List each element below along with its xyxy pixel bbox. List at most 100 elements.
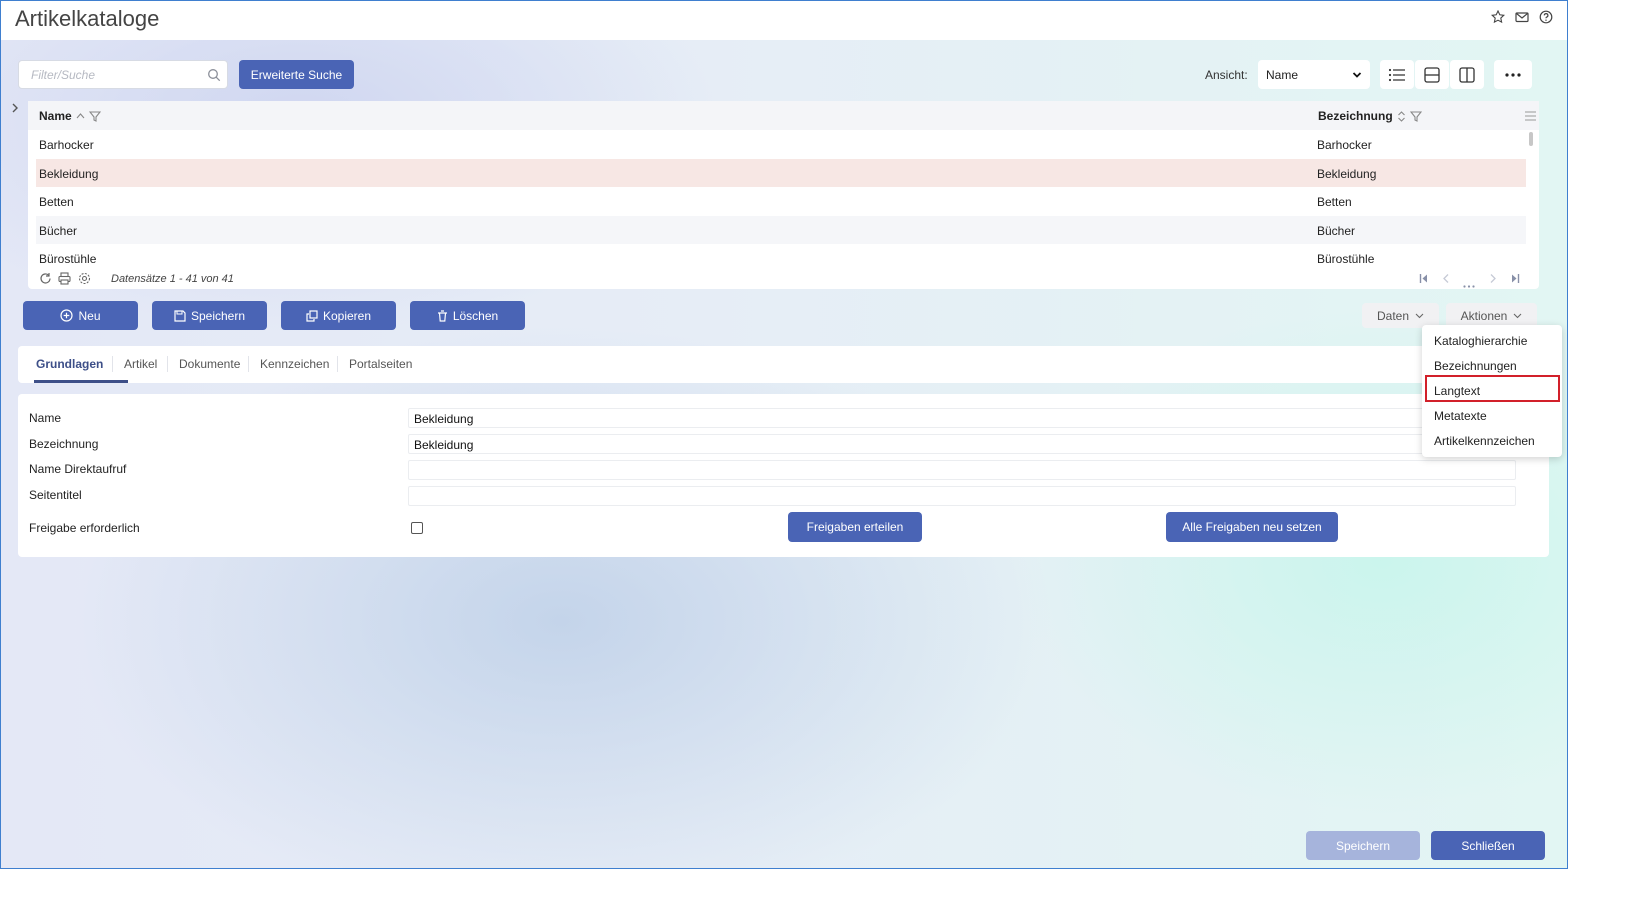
first-page-icon[interactable] [1419, 273, 1429, 287]
delete-button-label: Löschen [452, 308, 499, 323]
copy-button-label: Kopieren [322, 308, 372, 323]
tab-artikel[interactable]: Artikel [124, 357, 157, 371]
bezeichnung-label: Bezeichnung [29, 437, 99, 451]
tab-divider [248, 356, 249, 372]
star-icon[interactable] [1490, 9, 1506, 24]
title-bar: Artikelkataloge [1, 1, 1567, 40]
new-button-label: Neu [78, 308, 101, 323]
horizontal-split-button[interactable] [1415, 60, 1449, 89]
menu-item-metatexte[interactable]: Metatexte [1434, 409, 1487, 423]
next-page-icon[interactable] [1489, 273, 1497, 287]
last-page-icon[interactable] [1510, 273, 1520, 287]
highlight-box [1425, 375, 1560, 402]
record-count: Datensätze 1 - 41 von 41 [111, 273, 234, 285]
sort-asc-icon[interactable] [76, 112, 85, 120]
refresh-icon[interactable] [39, 272, 52, 288]
search-input[interactable] [31, 67, 201, 83]
settings-icon[interactable] [78, 272, 91, 288]
copy-button[interactable]: Kopieren [281, 301, 396, 330]
freigaben-erteilen-button[interactable]: Freigaben erteilen [788, 512, 922, 542]
cell-bezeichnung: Barhocker [1317, 138, 1372, 152]
direktaufruf-field[interactable] [408, 460, 1516, 480]
chevron-down-icon [1513, 313, 1522, 318]
save-button-label: Speichern [190, 308, 246, 323]
footer-save-button[interactable]: Speichern [1306, 831, 1420, 860]
save-button[interactable]: Speichern [152, 301, 267, 330]
actions-menu-label: Aktionen [1460, 308, 1508, 323]
cell-bezeichnung: Bürostühle [1317, 252, 1375, 266]
column-header-bezeichnung[interactable]: Bezeichnung [1318, 109, 1422, 123]
column-bezeichnung-label: Bezeichnung [1318, 109, 1393, 123]
cell-bezeichnung: Bekleidung [1317, 167, 1377, 181]
alle-freigaben-button[interactable]: Alle Freigaben neu setzen [1166, 512, 1338, 542]
extended-search-label: Erweiterte Suche [250, 67, 343, 82]
table-row[interactable]: Bücher Bücher [36, 216, 1526, 244]
tab-divider [337, 356, 338, 372]
catalog-grid: Name Bezeichnung Barhocker Barhocker Bek… [28, 101, 1539, 289]
menu-item-kataloghierarchie[interactable]: Kataloghierarchie [1434, 334, 1527, 348]
name-label: Name [29, 411, 62, 425]
app-window: Artikelkataloge Erweiterte Suche Ansicht… [0, 0, 1568, 869]
extended-search-button[interactable]: Erweiterte Suche [239, 60, 354, 89]
freigaben-erteilen-label: Freigaben erteilen [806, 520, 904, 534]
table-row[interactable]: Bürostühle Bürostühle [36, 244, 1526, 272]
grid-header: Name Bezeichnung [28, 101, 1539, 130]
page-ellipsis-icon[interactable] [1463, 277, 1475, 291]
table-row[interactable]: Betten Betten [36, 187, 1526, 215]
column-header-name[interactable]: Name [39, 109, 101, 123]
seitentitel-field[interactable] [408, 486, 1516, 506]
column-name-label: Name [39, 109, 72, 123]
filter-icon[interactable] [88, 110, 101, 122]
alle-freigaben-label: Alle Freigaben neu setzen [1182, 520, 1322, 534]
freigabe-checkbox[interactable] [411, 522, 423, 534]
trash-icon [437, 309, 447, 322]
footer-close-button[interactable]: Schließen [1431, 831, 1545, 860]
menu-item-artikelkennzeichen[interactable]: Artikelkennzeichen [1434, 434, 1535, 448]
column-menu-icon[interactable] [1525, 110, 1536, 124]
more-icon [1505, 72, 1521, 77]
sort-icon[interactable] [1397, 110, 1406, 122]
new-button[interactable]: Neu [23, 301, 138, 330]
table-row-selected[interactable]: Bekleidung Bekleidung [36, 159, 1526, 187]
grid-footer: Datensätze 1 - 41 von 41 [28, 270, 1539, 289]
cell-name: Bücher [39, 224, 78, 238]
tab-dokumente[interactable]: Dokumente [179, 357, 240, 371]
freigabe-label: Freigabe erforderlich [29, 521, 140, 535]
table-row[interactable]: Barhocker Barhocker [36, 130, 1526, 158]
copy-icon [306, 309, 318, 322]
print-icon[interactable] [58, 272, 71, 288]
tab-grundlagen[interactable]: Grundlagen [36, 357, 103, 371]
prev-page-icon[interactable] [1442, 273, 1450, 287]
vertical-split-button[interactable] [1450, 60, 1484, 89]
search-icon[interactable] [207, 68, 221, 85]
name-field[interactable]: Bekleidung [408, 408, 1516, 428]
grid-scrollbar[interactable] [1529, 132, 1533, 146]
list-view-button[interactable] [1380, 60, 1414, 89]
mail-icon[interactable] [1515, 10, 1529, 24]
view-select-value: Name [1266, 67, 1299, 82]
cell-bezeichnung: Bücher [1317, 224, 1356, 238]
tab-portalseiten[interactable]: Portalseiten [349, 357, 412, 371]
more-options-button[interactable] [1494, 60, 1532, 89]
filter-icon[interactable] [1409, 110, 1422, 122]
delete-button[interactable]: Löschen [410, 301, 525, 330]
title-actions [1490, 9, 1553, 24]
list-icon [1388, 68, 1405, 81]
chevron-down-icon [1352, 71, 1362, 78]
detail-form: Name Bekleidung Bezeichnung Bekleidung N… [18, 394, 1549, 557]
view-label: Ansicht: [1205, 68, 1248, 82]
view-select[interactable]: Name [1258, 60, 1370, 89]
actions-dropdown-menu: Kataloghierarchie Bezeichnungen Langtext… [1422, 325, 1562, 457]
cell-name: Barhocker [39, 138, 94, 152]
expand-panel-icon[interactable] [10, 102, 20, 117]
help-icon[interactable] [1539, 10, 1553, 24]
bezeichnung-field[interactable]: Bekleidung [408, 434, 1516, 454]
split-horizontal-icon [1424, 66, 1440, 83]
tab-kennzeichen[interactable]: Kennzeichen [260, 357, 329, 371]
data-menu-label: Daten [1376, 308, 1410, 323]
menu-item-bezeichnungen[interactable]: Bezeichnungen [1434, 359, 1517, 373]
search-box[interactable] [18, 60, 228, 89]
plus-circle-icon [60, 309, 74, 322]
active-tab-indicator [34, 380, 128, 383]
tab-divider [112, 356, 113, 372]
